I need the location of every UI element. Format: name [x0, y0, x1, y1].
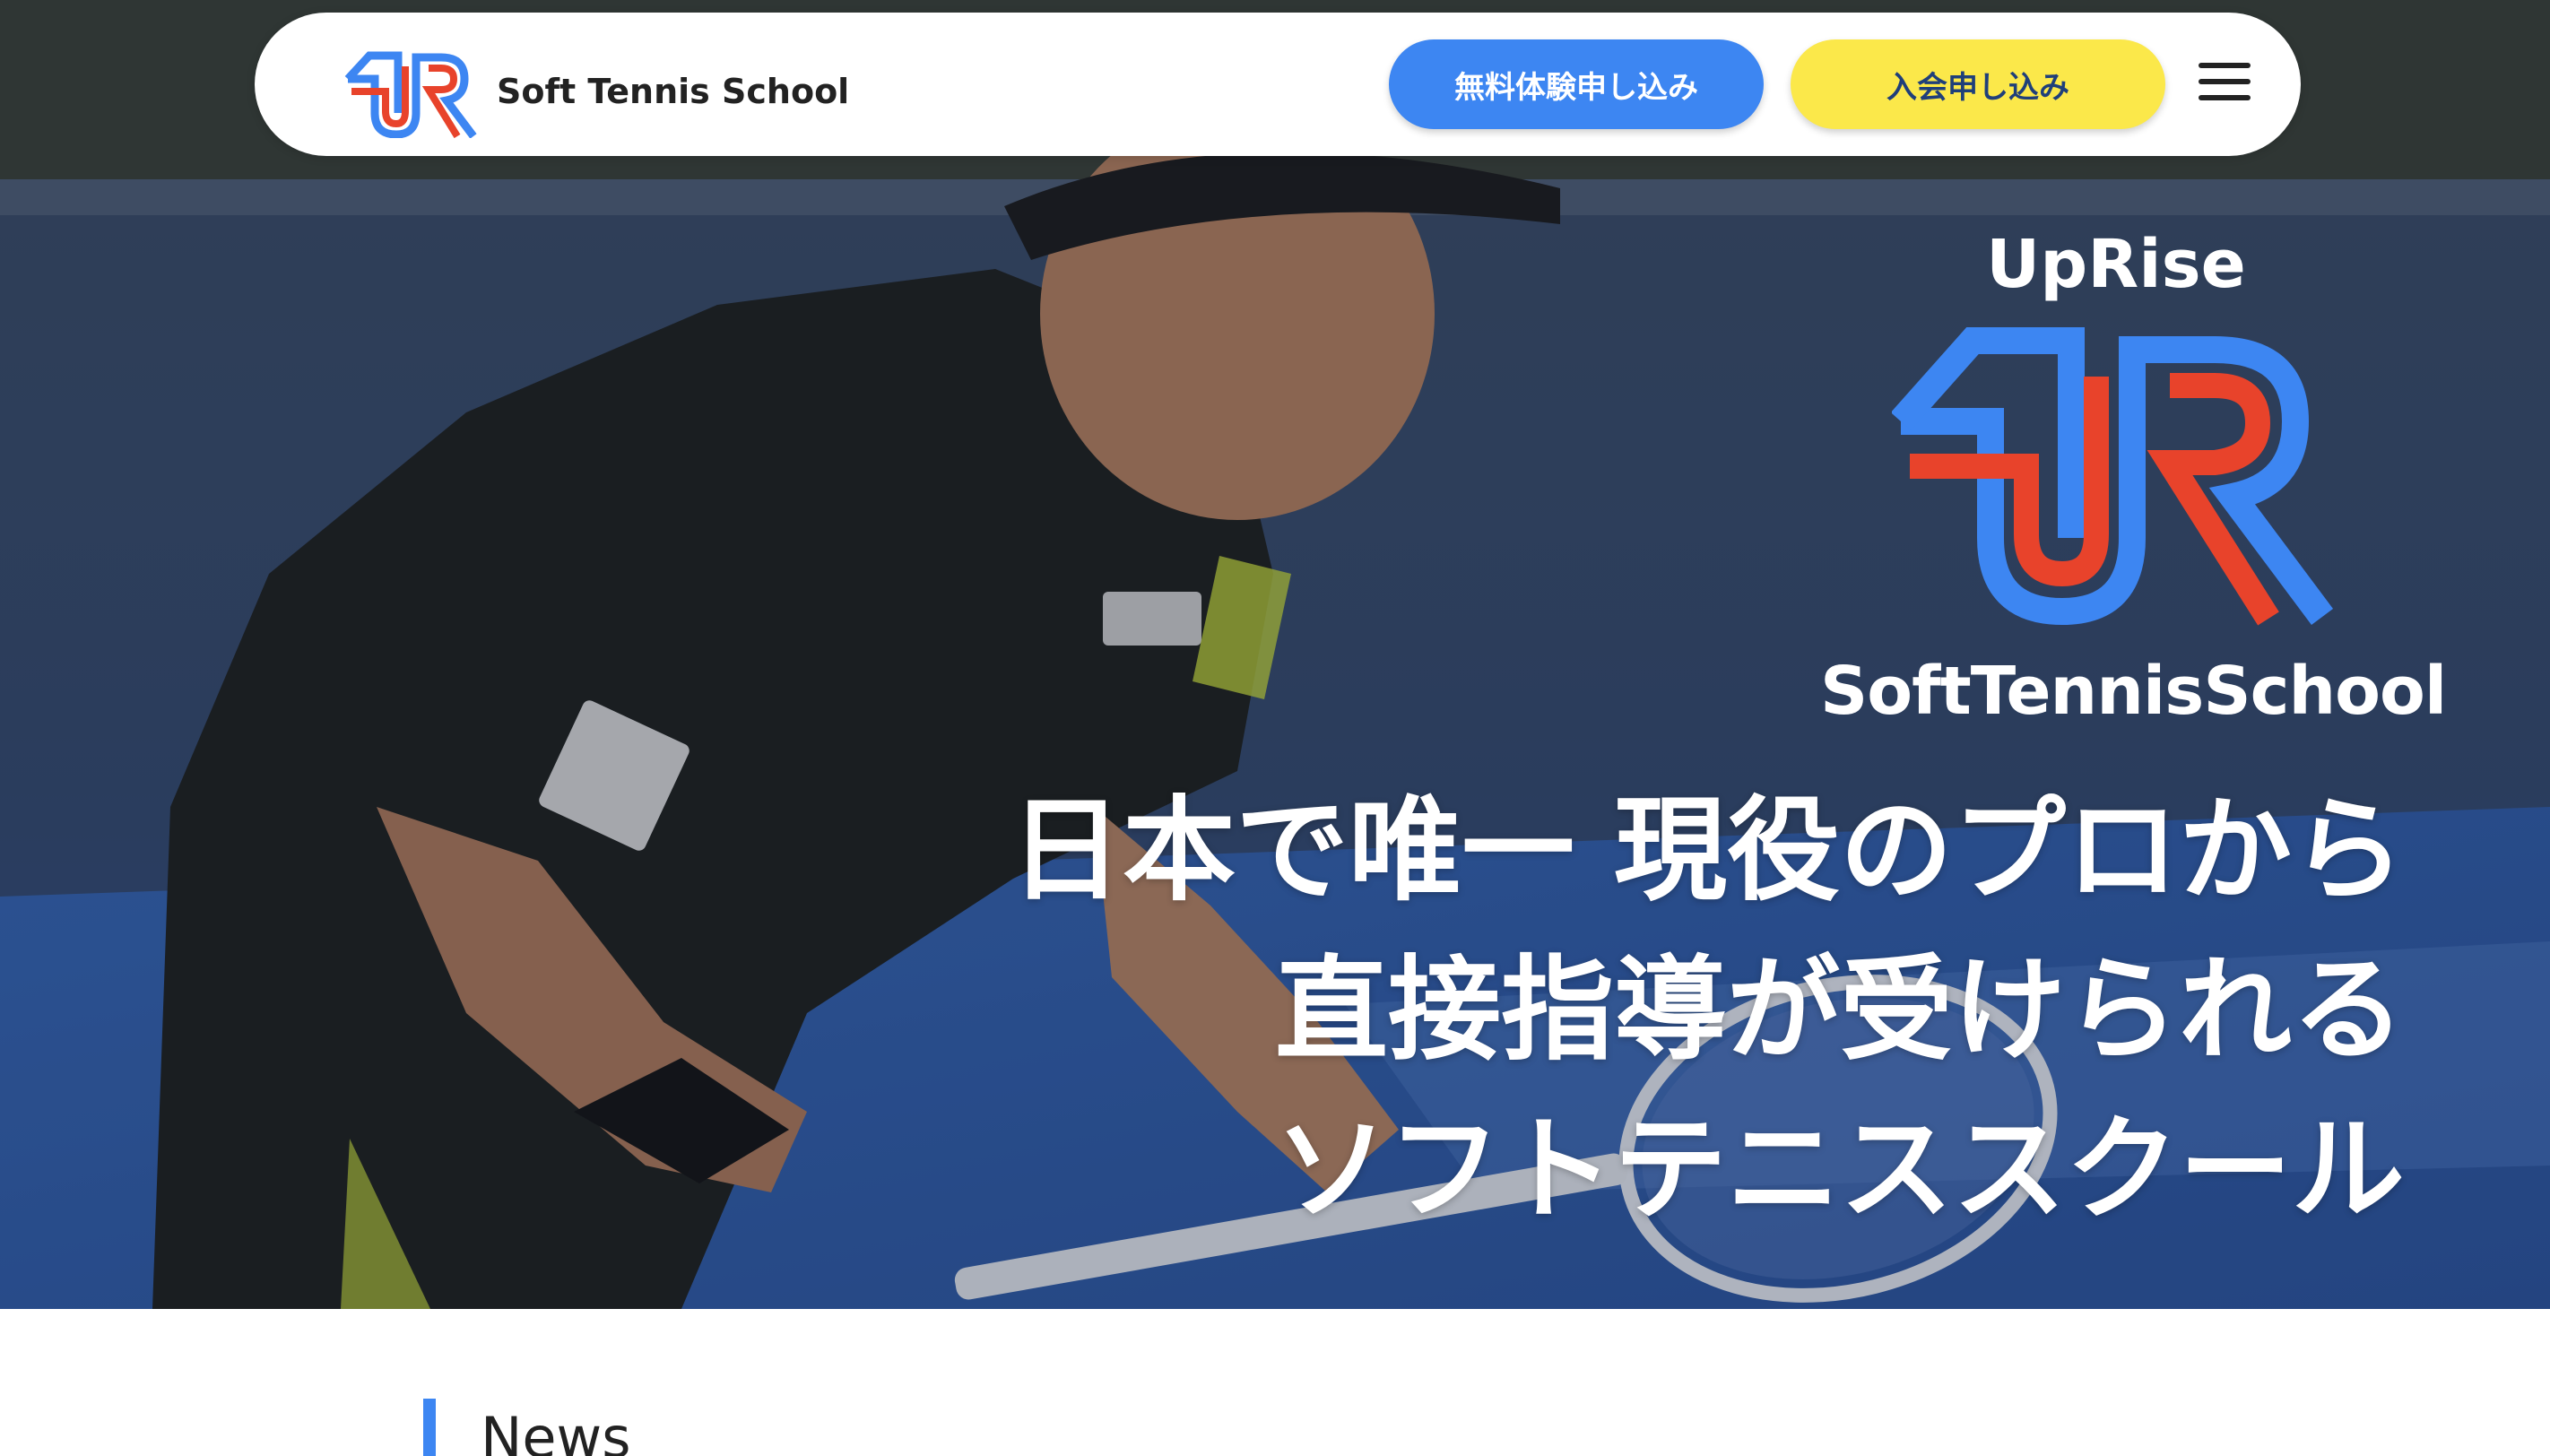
hamburger-line [2199, 79, 2251, 84]
hero-logo-uprise-text: UpRise [1986, 226, 2246, 303]
hamburger-line [2199, 95, 2251, 100]
hamburger-icon[interactable] [2199, 63, 2251, 104]
hero-logo-school-text: SoftTennisSchool [1820, 653, 2447, 730]
join-button[interactable]: 入会申し込み [1791, 39, 2165, 129]
free-trial-button[interactable]: 無料体験申し込み [1389, 39, 1764, 129]
header-navbar: Soft Tennis School 無料体験申し込み 入会申し込み [255, 13, 2301, 156]
uprise-ur-logo-icon[interactable] [344, 48, 479, 138]
tagline-line-3: ソフトテニススクール [1275, 1104, 2405, 1235]
news-heading: News [423, 1399, 631, 1456]
uprise-ur-logo-icon [1892, 327, 2334, 626]
brand-name[interactable]: Soft Tennis School [497, 72, 849, 111]
hero-section: UpRise SoftTennisSchool 日本で唯一 現役のプロから 直接… [0, 0, 2550, 1309]
page: UpRise SoftTennisSchool 日本で唯一 現役のプロから 直接… [0, 0, 2550, 1456]
tagline-line-1: 日本で唯一 現役のプロから [1010, 784, 2405, 916]
hamburger-line [2199, 63, 2251, 68]
tagline-line-2: 直接指導が受けられる [1275, 944, 2405, 1076]
hero-tagline: 日本で唯一 現役のプロから 直接指導が受けられる ソフトテニススクール [1010, 771, 2405, 1250]
